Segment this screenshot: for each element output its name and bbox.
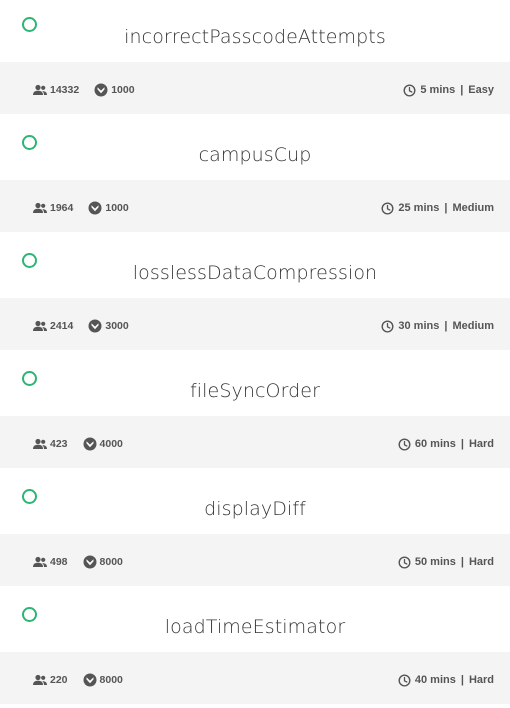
points-stat: 8000 (82, 672, 123, 688)
people-icon (32, 436, 48, 452)
task-item[interactable]: loadTimeEstimator 220 8000 40 mins | Har… (0, 590, 510, 708)
clock-icon (381, 319, 394, 333)
task-meta-bar: 1964 1000 25 mins | Medium (0, 180, 510, 236)
task-duration: 25 mins (398, 202, 440, 214)
task-stats: 14332 1000 (32, 82, 149, 98)
clock-icon (398, 673, 411, 687)
task-difficulty: Medium (452, 202, 494, 214)
badge-shield-icon (82, 554, 98, 570)
task-meta-bar: 2414 3000 30 mins | Medium (0, 298, 510, 354)
task-difficulty: Hard (468, 674, 494, 686)
points-value: 8000 (99, 556, 123, 568)
task-difficulty: Hard (468, 556, 494, 568)
task-difficulty: Medium (452, 320, 494, 332)
task-stats: 1964 1000 (32, 200, 143, 216)
badge-shield-icon (87, 200, 103, 216)
task-stats: 423 4000 (32, 436, 137, 452)
task-duration: 60 mins (414, 438, 456, 450)
solvers-count: 14332 (50, 84, 80, 96)
task-item[interactable]: campusCup 1964 1000 25 mins | Medium (0, 118, 510, 236)
task-item[interactable]: losslessDataCompression 2414 3000 30 min… (0, 236, 510, 354)
points-value: 4000 (99, 438, 123, 450)
points-value: 1000 (111, 84, 135, 96)
clock-icon (398, 555, 411, 569)
separator: | (460, 674, 464, 686)
task-duration: 50 mins (414, 556, 456, 568)
separator: | (460, 556, 464, 568)
task-info: 40 mins | Hard (398, 672, 494, 688)
task-meta-bar: 423 4000 60 mins | Hard (0, 416, 510, 472)
points-stat: 3000 (87, 318, 129, 334)
task-info: 25 mins | Medium (381, 200, 494, 216)
task-meta-bar: 498 8000 50 mins | Hard (0, 534, 510, 590)
task-duration: 40 mins (414, 674, 456, 686)
people-icon (32, 554, 48, 570)
task-info: 5 mins | Easy (403, 82, 494, 98)
solvers-stat: 14332 (32, 82, 79, 98)
task-title[interactable]: incorrectPasscodeAttempts (0, 25, 510, 49)
points-value: 8000 (99, 674, 123, 686)
task-header[interactable]: loadTimeEstimator (0, 590, 510, 652)
badge-shield-icon (93, 82, 109, 98)
solvers-count: 423 (50, 438, 68, 450)
people-icon (32, 318, 48, 334)
task-info: 30 mins | Medium (381, 318, 494, 334)
badge-shield-icon (82, 672, 98, 688)
task-title[interactable]: fileSyncOrder (0, 379, 510, 403)
points-stat: 1000 (87, 200, 129, 216)
task-stats: 498 8000 (32, 554, 137, 570)
solvers-count: 498 (50, 556, 68, 568)
task-item[interactable]: fileSyncOrder 423 4000 60 mins | Hard (0, 354, 510, 472)
task-header[interactable]: fileSyncOrder (0, 354, 510, 416)
solvers-stat: 423 (32, 436, 68, 452)
solvers-stat: 1964 (32, 200, 73, 216)
task-item[interactable]: displayDiff 498 8000 50 mins | Hard (0, 472, 510, 590)
solvers-stat: 2414 (32, 318, 73, 334)
task-title[interactable]: losslessDataCompression (0, 261, 510, 285)
task-item[interactable]: incorrectPasscodeAttempts 14332 1000 5 m… (0, 0, 510, 118)
task-list: incorrectPasscodeAttempts 14332 1000 5 m… (0, 0, 510, 708)
badge-shield-icon (87, 318, 103, 334)
badge-shield-icon (82, 436, 98, 452)
separator: | (444, 320, 448, 332)
people-icon (32, 672, 48, 688)
task-header[interactable]: incorrectPasscodeAttempts (0, 0, 510, 62)
points-stat: 4000 (82, 436, 123, 452)
task-info: 60 mins | Hard (398, 436, 494, 452)
solvers-count: 2414 (50, 320, 74, 332)
task-stats: 2414 3000 (32, 318, 143, 334)
clock-icon (403, 83, 416, 97)
solvers-count: 220 (50, 674, 68, 686)
separator: | (460, 438, 464, 450)
task-difficulty: Hard (468, 438, 494, 450)
solvers-stat: 220 (32, 672, 68, 688)
task-header[interactable]: losslessDataCompression (0, 236, 510, 298)
task-difficulty: Easy (468, 84, 494, 96)
points-value: 1000 (105, 202, 129, 214)
task-duration: 30 mins (398, 320, 440, 332)
task-duration: 5 mins (420, 84, 456, 96)
solvers-count: 1964 (50, 202, 74, 214)
people-icon (32, 200, 48, 216)
task-header[interactable]: displayDiff (0, 472, 510, 534)
task-title[interactable]: displayDiff (0, 497, 510, 521)
clock-icon (381, 201, 394, 215)
separator: | (460, 84, 464, 96)
task-title[interactable]: loadTimeEstimator (0, 615, 510, 639)
points-value: 3000 (105, 320, 129, 332)
task-stats: 220 8000 (32, 672, 137, 688)
task-meta-bar: 220 8000 40 mins | Hard (0, 652, 510, 708)
points-stat: 1000 (93, 82, 135, 98)
task-header[interactable]: campusCup (0, 118, 510, 180)
people-icon (32, 82, 48, 98)
separator: | (444, 202, 448, 214)
task-title[interactable]: campusCup (0, 143, 510, 167)
points-stat: 8000 (82, 554, 123, 570)
solvers-stat: 498 (32, 554, 68, 570)
task-meta-bar: 14332 1000 5 mins | Easy (0, 62, 510, 118)
clock-icon (398, 437, 411, 451)
task-info: 50 mins | Hard (398, 554, 494, 570)
